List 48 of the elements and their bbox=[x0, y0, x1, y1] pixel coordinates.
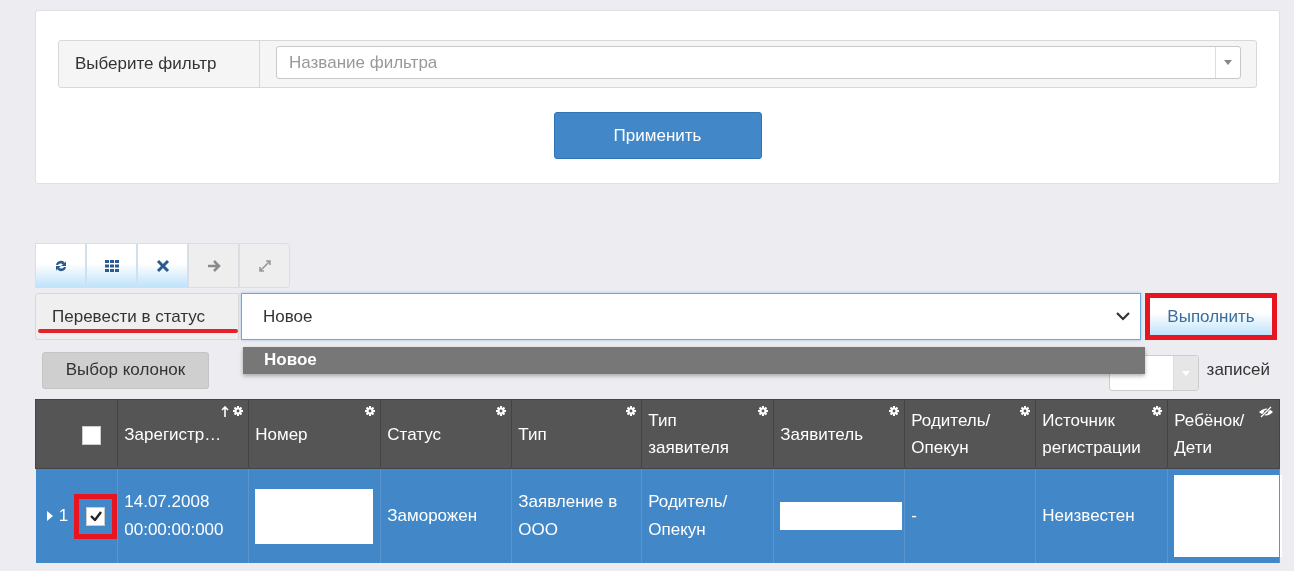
close-button[interactable] bbox=[137, 243, 188, 288]
select-all-checkbox[interactable] bbox=[82, 425, 102, 445]
status-label: Перевести в статус bbox=[35, 293, 239, 340]
expand-row-icon bbox=[46, 511, 53, 521]
chevron-down-icon bbox=[1116, 312, 1130, 321]
apply-button[interactable]: Применить bbox=[553, 112, 762, 159]
column-header[interactable]: Тип заявителя bbox=[641, 399, 774, 469]
dropdown-option[interactable]: Новое bbox=[243, 347, 1145, 374]
gear-icon bbox=[758, 406, 769, 416]
gear-icon bbox=[1152, 406, 1163, 416]
column-header[interactable]: Номер bbox=[248, 399, 381, 469]
gear-icon bbox=[626, 406, 637, 416]
gear-icon bbox=[365, 406, 376, 416]
close-icon bbox=[154, 257, 171, 274]
caret-icon bbox=[1181, 370, 1190, 376]
table-cell: Родитель/ Опекун bbox=[641, 468, 774, 563]
table-cell: Заявление в ООО bbox=[511, 468, 642, 563]
column-chooser-button[interactable]: Выбор колонок bbox=[42, 351, 209, 389]
row-checkbox[interactable] bbox=[86, 506, 106, 526]
column-header[interactable]: Источник регистрации bbox=[1035, 399, 1168, 469]
table-cell: 14.07.2008 00:00:00:000 bbox=[117, 468, 249, 563]
records-label: записей bbox=[1206, 360, 1270, 380]
grid-button[interactable] bbox=[86, 243, 137, 288]
arrow-right-icon bbox=[205, 257, 222, 274]
caret-icon bbox=[1224, 60, 1232, 65]
check-icon bbox=[89, 511, 102, 521]
gear-icon bbox=[889, 406, 900, 416]
column-header[interactable]: Статус bbox=[380, 399, 512, 469]
sort-up-icon bbox=[221, 406, 230, 417]
column-header[interactable]: Тип bbox=[511, 399, 642, 469]
table-cell: - bbox=[904, 468, 1036, 563]
expand-icon bbox=[256, 257, 273, 274]
filter-label: Выберите фильтр bbox=[59, 41, 260, 87]
column-header[interactable]: Ребёнок/ Дети bbox=[1167, 399, 1280, 469]
table-cell: Неизвестен bbox=[1035, 468, 1168, 563]
table-cell: Заморожен bbox=[380, 468, 512, 563]
eye-off-icon bbox=[1258, 406, 1274, 418]
grid-icon bbox=[103, 257, 120, 274]
gear-icon bbox=[1020, 406, 1031, 416]
column-header[interactable]: Родитель/ Опекун bbox=[904, 399, 1036, 469]
gear-icon bbox=[233, 406, 244, 416]
column-header[interactable]: Заявитель bbox=[773, 399, 905, 469]
execute-button[interactable]: Выполнить bbox=[1145, 293, 1277, 340]
status-select[interactable]: Новое bbox=[241, 293, 1141, 340]
refresh-button[interactable] bbox=[35, 243, 86, 288]
row-number: 1 bbox=[58, 505, 69, 527]
gear-icon bbox=[496, 406, 507, 416]
column-header[interactable]: Зарегистр… bbox=[117, 399, 249, 469]
